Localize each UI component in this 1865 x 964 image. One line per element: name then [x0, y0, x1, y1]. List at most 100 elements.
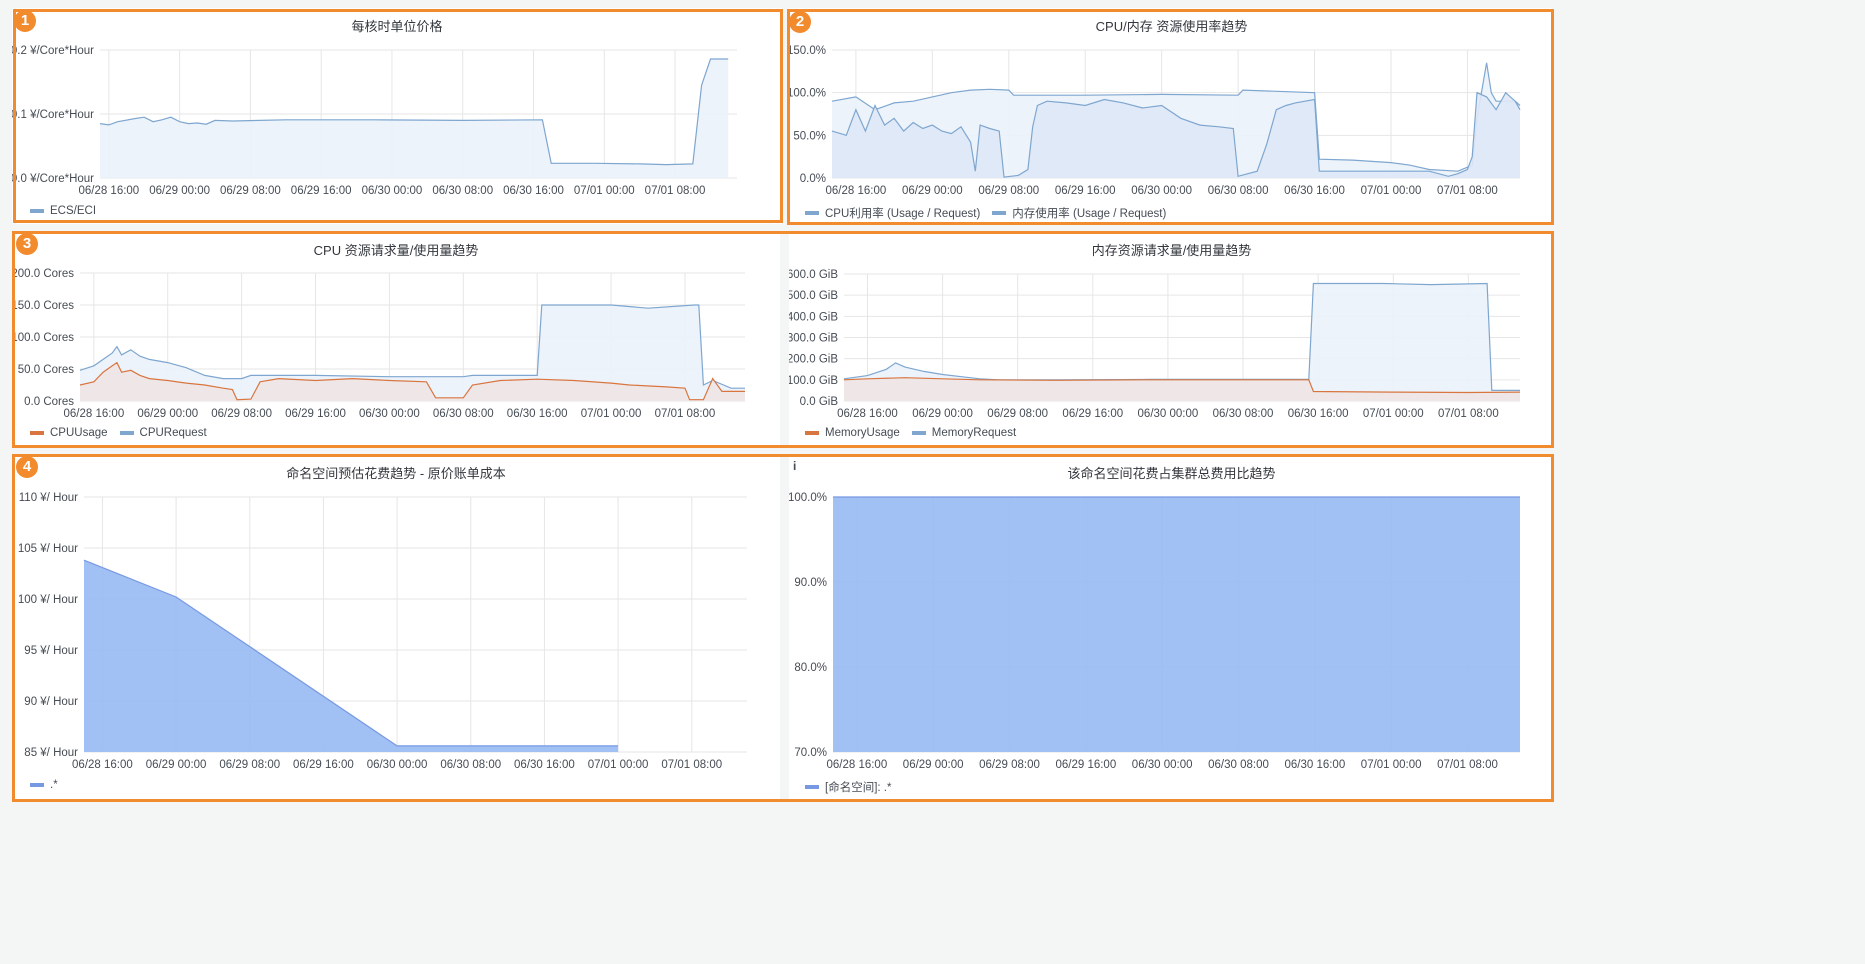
chart-usage-rate: 150.0% 100.0% 50.0% 0.0%06/28 16:00 06/29 00… — [789, 45, 1521, 197]
y-tick-label: 0.0 ¥/Core*Hour — [12, 173, 94, 185]
y-tick-label: 0.0% — [800, 173, 826, 185]
x-tick-label: 06/29 16:00 — [1062, 408, 1123, 420]
x-tick-label: 06/29 16:00 — [291, 185, 352, 197]
y-tick-label: 400.0 GiB — [789, 311, 838, 323]
x-tick-label: 06/29 16:00 — [1055, 185, 1116, 197]
x-tick-label: 06/30 08:00 — [1208, 185, 1269, 197]
x-tick-label: 06/30 08:00 — [432, 185, 493, 197]
x-tick-label: 06/28 16:00 — [837, 408, 898, 420]
x-tick-label: 07/01 08:00 — [1437, 185, 1498, 197]
x-tick-label: 07/01 00:00 — [574, 185, 635, 197]
y-tick-label: 0.0 Cores — [24, 396, 74, 408]
panel-usage-rate: CPU/内存 资源使用率趋势 150.0% 100.0% 50.0% 0.0% 06/2… — [789, 8, 1554, 224]
y-tick-label: 100.0 GiB — [789, 375, 838, 387]
legend-label: [命名空间]: .* — [825, 782, 892, 794]
x-tick-label: 06/30 16:00 — [503, 185, 564, 197]
x-tick-label: 06/30 00:00 — [1132, 759, 1193, 771]
legend-item-cpu-usage[interactable]: CPUUsage — [30, 427, 108, 439]
legend-item-ecs-eci[interactable]: ECS/ECI — [30, 205, 96, 217]
y-tick-label: 90.0% — [794, 577, 827, 589]
series-area — [100, 59, 729, 178]
x-tick-label: 06/29 16:00 — [285, 408, 346, 420]
x-tick-label: 06/29 00:00 — [137, 408, 198, 420]
x-tick-label: 06/30 00:00 — [362, 185, 423, 197]
x-tick-label: 07/01 00:00 — [581, 408, 642, 420]
x-tick-label: 06/29 00:00 — [912, 408, 973, 420]
legend: CPUUsage CPURequest — [30, 427, 207, 439]
panel-cpu-request-usage: CPU 资源请求量/使用量趋势 200.0 Cores 150.0 Cores 10… — [12, 232, 780, 446]
legend: MemoryUsage MemoryRequest — [805, 427, 1016, 439]
legend-item-cpu-rate[interactable]: CPU利用率 (Usage / Request) — [805, 205, 980, 221]
y-tick-label: 100.0% — [789, 492, 827, 504]
y-tick-label: 300.0 GiB — [789, 333, 838, 345]
legend-label: CPUUsage — [50, 427, 108, 439]
legend-label: .* — [50, 779, 58, 791]
y-tick-label: 70.0% — [794, 747, 827, 759]
legend-item-memory-request[interactable]: MemoryRequest — [911, 427, 1017, 439]
x-tick-label: 06/30 00:00 — [359, 408, 420, 420]
legend: ECS/ECI — [30, 205, 96, 217]
legend: .* — [30, 779, 58, 791]
legend-label: MemoryRequest — [931, 427, 1017, 439]
badge-1: 1 — [14, 10, 36, 32]
x-tick-label: 07/01 00:00 — [1363, 408, 1424, 420]
x-tick-label: 07/01 08:00 — [655, 408, 716, 420]
chart-namespace-cost: 110 ¥/ Hour 105 ¥/ Hour 100 ¥/ Hour 95 ¥/ H… — [18, 492, 747, 771]
x-tick-label: 06/29 00:00 — [149, 185, 210, 197]
x-tick-label: 06/29 00:00 — [146, 759, 207, 771]
legend-label: MemoryUsage — [825, 427, 900, 439]
panel-namespace-cost: 命名空间预估花费趋势 - 原价账单成本 110 ¥/ Hour 105 ¥/ Ho… — [12, 455, 780, 800]
legend-swatch — [30, 209, 44, 213]
legend-swatch — [911, 431, 926, 435]
x-tick-label: 06/30 08:00 — [433, 408, 494, 420]
chart-memory-request-usage: 600.0 GiB 500.0 GiB 400.0 GiB 300.0 GiB 200.… — [789, 269, 1521, 420]
x-tick-label: 06/29 08:00 — [987, 408, 1048, 420]
x-tick-label: 06/28 16:00 — [826, 759, 887, 771]
legend-swatch — [30, 783, 44, 787]
x-tick-label: 06/29 08:00 — [979, 759, 1040, 771]
x-tick-label: 06/30 08:00 — [1213, 408, 1274, 420]
legend-label: ECS/ECI — [50, 205, 97, 217]
legend-label: 内存使用率 (Usage / Request) — [1012, 208, 1167, 220]
y-tick-label: 110 ¥/ Hour — [19, 492, 78, 504]
legend-item-memory-usage[interactable]: MemoryUsage — [805, 427, 900, 439]
x-tick-label: 06/28 16:00 — [78, 185, 139, 197]
panel-namespace-ratio: i 该命名空间花费占集群总费用比趋势 100.0% 90.0% 80.0% 70.0%… — [789, 455, 1554, 800]
badge-2: 2 — [789, 11, 811, 33]
legend-item-namespace-ratio[interactable]: [命名空间]: .* — [805, 779, 891, 795]
y-tick-label: 200.0 Cores — [12, 268, 74, 280]
y-tick-label: 500.0 GiB — [789, 290, 838, 302]
x-tick-label: 07/01 08:00 — [1438, 408, 1499, 420]
legend-item-memory-rate[interactable]: 内存使用率 (Usage / Request) — [992, 205, 1166, 221]
x-tick-label: 07/01 08:00 — [1437, 759, 1498, 771]
y-tick-label: 105 ¥/ Hour — [18, 543, 78, 555]
legend-item-namespace[interactable]: .* — [30, 779, 58, 791]
x-tick-label: 06/30 00:00 — [1131, 185, 1192, 197]
badge-4: 4 — [16, 456, 38, 478]
x-tick-label: 07/01 08:00 — [661, 759, 722, 771]
series-area — [84, 560, 619, 752]
x-tick-label: 06/30 16:00 — [1284, 759, 1345, 771]
y-tick-label: 600.0 GiB — [789, 269, 838, 281]
legend: [命名空间]: .* — [805, 779, 891, 795]
y-tick-label: 90 ¥/ Hour — [24, 696, 78, 708]
legend-item-cpu-request[interactable]: CPURequest — [119, 427, 207, 439]
x-tick-label: 06/29 16:00 — [1055, 759, 1116, 771]
x-tick-label: 06/29 08:00 — [220, 185, 281, 197]
legend-label: CPURequest — [139, 427, 207, 439]
legend-swatch — [805, 785, 819, 789]
badge-3: 3 — [16, 233, 38, 255]
y-tick-label: 50.0% — [793, 130, 826, 142]
x-tick-label: 06/29 08:00 — [219, 759, 280, 771]
y-tick-label: 100 ¥/ Hour — [18, 594, 78, 606]
x-tick-label: 07/01 08:00 — [645, 185, 706, 197]
x-tick-label: 06/29 00:00 — [902, 185, 963, 197]
chart-namespace-ratio: 100.0% 90.0% 80.0% 70.0%06/28 16:00 06/29 00… — [789, 492, 1520, 771]
x-tick-label: 06/29 08:00 — [211, 408, 272, 420]
x-tick-label: 07/01 00:00 — [1361, 185, 1422, 197]
x-tick-label: 06/30 00:00 — [367, 759, 428, 771]
legend-label: CPU利用率 (Usage / Request) — [825, 208, 981, 220]
y-tick-label: 85 ¥/ Hour — [24, 747, 78, 759]
y-tick-label: 150.0 Cores — [12, 300, 74, 312]
x-tick-label: 06/30 16:00 — [1288, 408, 1349, 420]
